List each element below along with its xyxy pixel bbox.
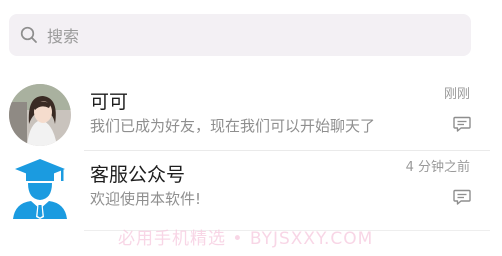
contact-name: 客服公众号 — [90, 164, 186, 186]
contact-name: 可可 — [90, 91, 129, 113]
search-bar[interactable]: 搜索 — [9, 14, 471, 56]
conversation-item[interactable]: 客服公众号 欢迎使用本软件! 4 分钟之前 — [0, 151, 490, 225]
conversation-item[interactable]: 可可 我们已成为好友，现在我们可以开始聊天了 刚刚 — [0, 78, 490, 152]
avatar[interactable] — [9, 84, 71, 146]
chat-bubble-icon[interactable] — [453, 189, 471, 206]
last-message: 我们已成为好友，现在我们可以开始聊天了 — [90, 117, 376, 135]
search-placeholder: 搜索 — [47, 27, 80, 46]
chat-bubble-icon[interactable] — [453, 116, 471, 133]
service-agent-avatar[interactable] — [9, 157, 71, 219]
last-message: 欢迎使用本软件! — [90, 190, 202, 208]
search-icon — [19, 25, 39, 45]
timestamp: 刚刚 — [443, 87, 470, 102]
timestamp: 4 分钟之前 — [405, 160, 470, 175]
watermark: 必用手机精选 • BYJSXXY.COM — [118, 229, 374, 249]
